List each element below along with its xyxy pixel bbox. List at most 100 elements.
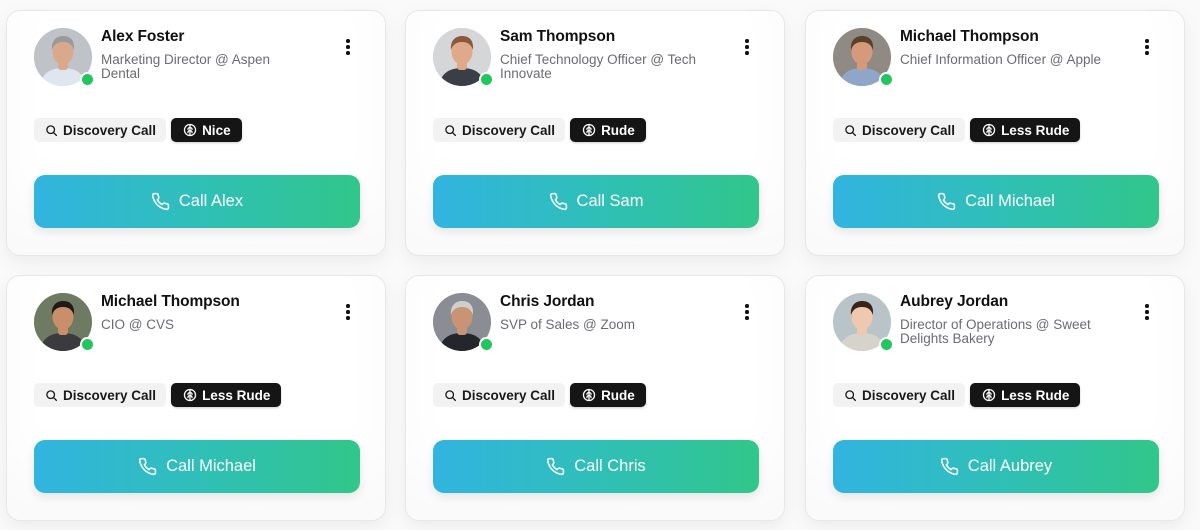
contact-card-grid: Alex Foster Marketing Director @ Aspen D… [0,0,1200,530]
contact-card: Aubrey Jordan Director of Operations @ S… [805,275,1185,521]
persona-tag-label: Rude [601,122,635,138]
call-button-label: Call Alex [178,192,244,210]
contact-name: Sam Thompson [500,28,616,45]
scenario-tag: Discovery Call [833,118,966,142]
brain-icon [582,123,596,137]
search-icon [845,124,857,136]
search-icon [46,124,58,136]
persona-tag: Less Rude [171,383,282,407]
online-status-indicator [80,72,95,87]
more-vertical-icon-dot [745,316,749,320]
contact-title: Marketing Director @ Aspen Dental [101,52,271,81]
contact-title: Director of Operations @ Sweet Delights … [900,317,1091,346]
more-options-button[interactable] [341,37,355,57]
phone-icon [547,457,565,476]
persona-tag: Rude [570,118,646,142]
more-vertical-icon-dot [346,51,350,55]
call-button-label: Call Michael [166,457,256,475]
more-vertical-icon-dot [745,51,749,55]
scenario-tag-label: Discovery Call [862,387,956,403]
phone-icon [138,457,157,476]
call-button-label: Call Michael [965,192,1055,210]
scenario-tag: Discovery Call [433,383,566,407]
tag-list: Discovery Call Rude [433,383,646,407]
online-status-indicator [80,337,95,352]
more-vertical-icon-dot [346,316,350,320]
contact-card: Chris Jordan SVP of Sales @ Zoom Discove… [405,275,785,521]
call-button[interactable]: Call Chris [433,440,759,493]
call-button[interactable]: Call Aubrey [833,440,1159,493]
call-button[interactable]: Call Michael [34,440,360,493]
contact-name: Aubrey Jordan [900,293,1009,310]
brain-icon [982,388,996,402]
more-vertical-icon-dot [1145,316,1149,320]
persona-tag: Less Rude [970,118,1081,142]
contact-name: Alex Foster [101,28,185,45]
search-icon [445,124,457,136]
contact-title: Chief Information Officer @ Apple [900,52,1102,67]
tag-list: Discovery Call Less Rude [34,383,282,407]
more-vertical-icon-dot [1145,310,1149,314]
more-options-button[interactable] [1140,302,1154,322]
contact-title: SVP of Sales @ Zoom [500,317,636,332]
more-vertical-icon-dot [1145,304,1149,308]
more-vertical-icon-dot [745,304,749,308]
call-button-label: Call Sam [576,192,644,210]
contact-title: Chief Technology Officer @ Tech Innovate [500,52,697,81]
call-button-label: Call Chris [574,457,646,475]
search-icon [845,389,857,401]
brain-icon [183,123,197,137]
call-button-label: Call Aubrey [967,457,1053,475]
scenario-tag-label: Discovery Call [63,122,157,138]
phone-icon [151,192,170,211]
avatar-container [34,28,95,87]
persona-tag-label: Less Rude [202,387,271,403]
phone-icon [549,192,567,211]
more-vertical-icon-dot [346,304,350,308]
more-vertical-icon-dot [745,45,749,49]
persona-tag: Nice [171,118,242,142]
search-icon [46,389,58,401]
scenario-tag-label: Discovery Call [462,122,556,138]
more-vertical-icon-dot [346,45,350,49]
more-options-button[interactable] [740,37,754,57]
tag-list: Discovery Call Rude [433,118,646,142]
more-options-button[interactable] [341,302,355,322]
brain-icon [582,388,596,402]
persona-tag-label: Nice [202,122,231,138]
more-vertical-icon-dot [1145,51,1149,55]
scenario-tag: Discovery Call [433,118,566,142]
scenario-tag: Discovery Call [34,118,167,142]
persona-tag-label: Less Rude [1001,387,1070,403]
tag-list: Discovery Call Nice [34,118,242,142]
contact-card: Sam Thompson Chief Technology Officer @ … [405,10,785,256]
search-icon [445,389,457,401]
more-vertical-icon-dot [745,39,749,43]
phone-icon [940,457,958,476]
contact-name: Chris Jordan [500,293,595,310]
scenario-tag-label: Discovery Call [462,387,556,403]
tag-list: Discovery Call Less Rude [833,118,1081,142]
brain-icon [982,123,996,137]
more-vertical-icon-dot [346,310,350,314]
scenario-tag-label: Discovery Call [862,122,956,138]
call-button[interactable]: Call Alex [34,175,360,228]
contact-card: Alex Foster Marketing Director @ Aspen D… [6,10,386,256]
contact-card: Michael Thompson Chief Information Offic… [805,10,1185,256]
phone-icon [937,192,956,211]
more-options-button[interactable] [740,302,754,322]
online-status-indicator [879,337,894,352]
more-vertical-icon-dot [1145,45,1149,49]
avatar-container [433,293,494,352]
contact-name: Michael Thompson [101,293,240,310]
more-options-button[interactable] [1140,37,1154,57]
online-status-indicator [479,72,494,87]
call-button[interactable]: Call Sam [433,175,759,228]
scenario-tag: Discovery Call [833,383,966,407]
more-vertical-icon-dot [346,39,350,43]
persona-tag-label: Rude [601,387,635,403]
call-button[interactable]: Call Michael [833,175,1159,228]
tag-list: Discovery Call Less Rude [833,383,1081,407]
avatar-container [833,28,894,87]
more-vertical-icon-dot [1145,39,1149,43]
